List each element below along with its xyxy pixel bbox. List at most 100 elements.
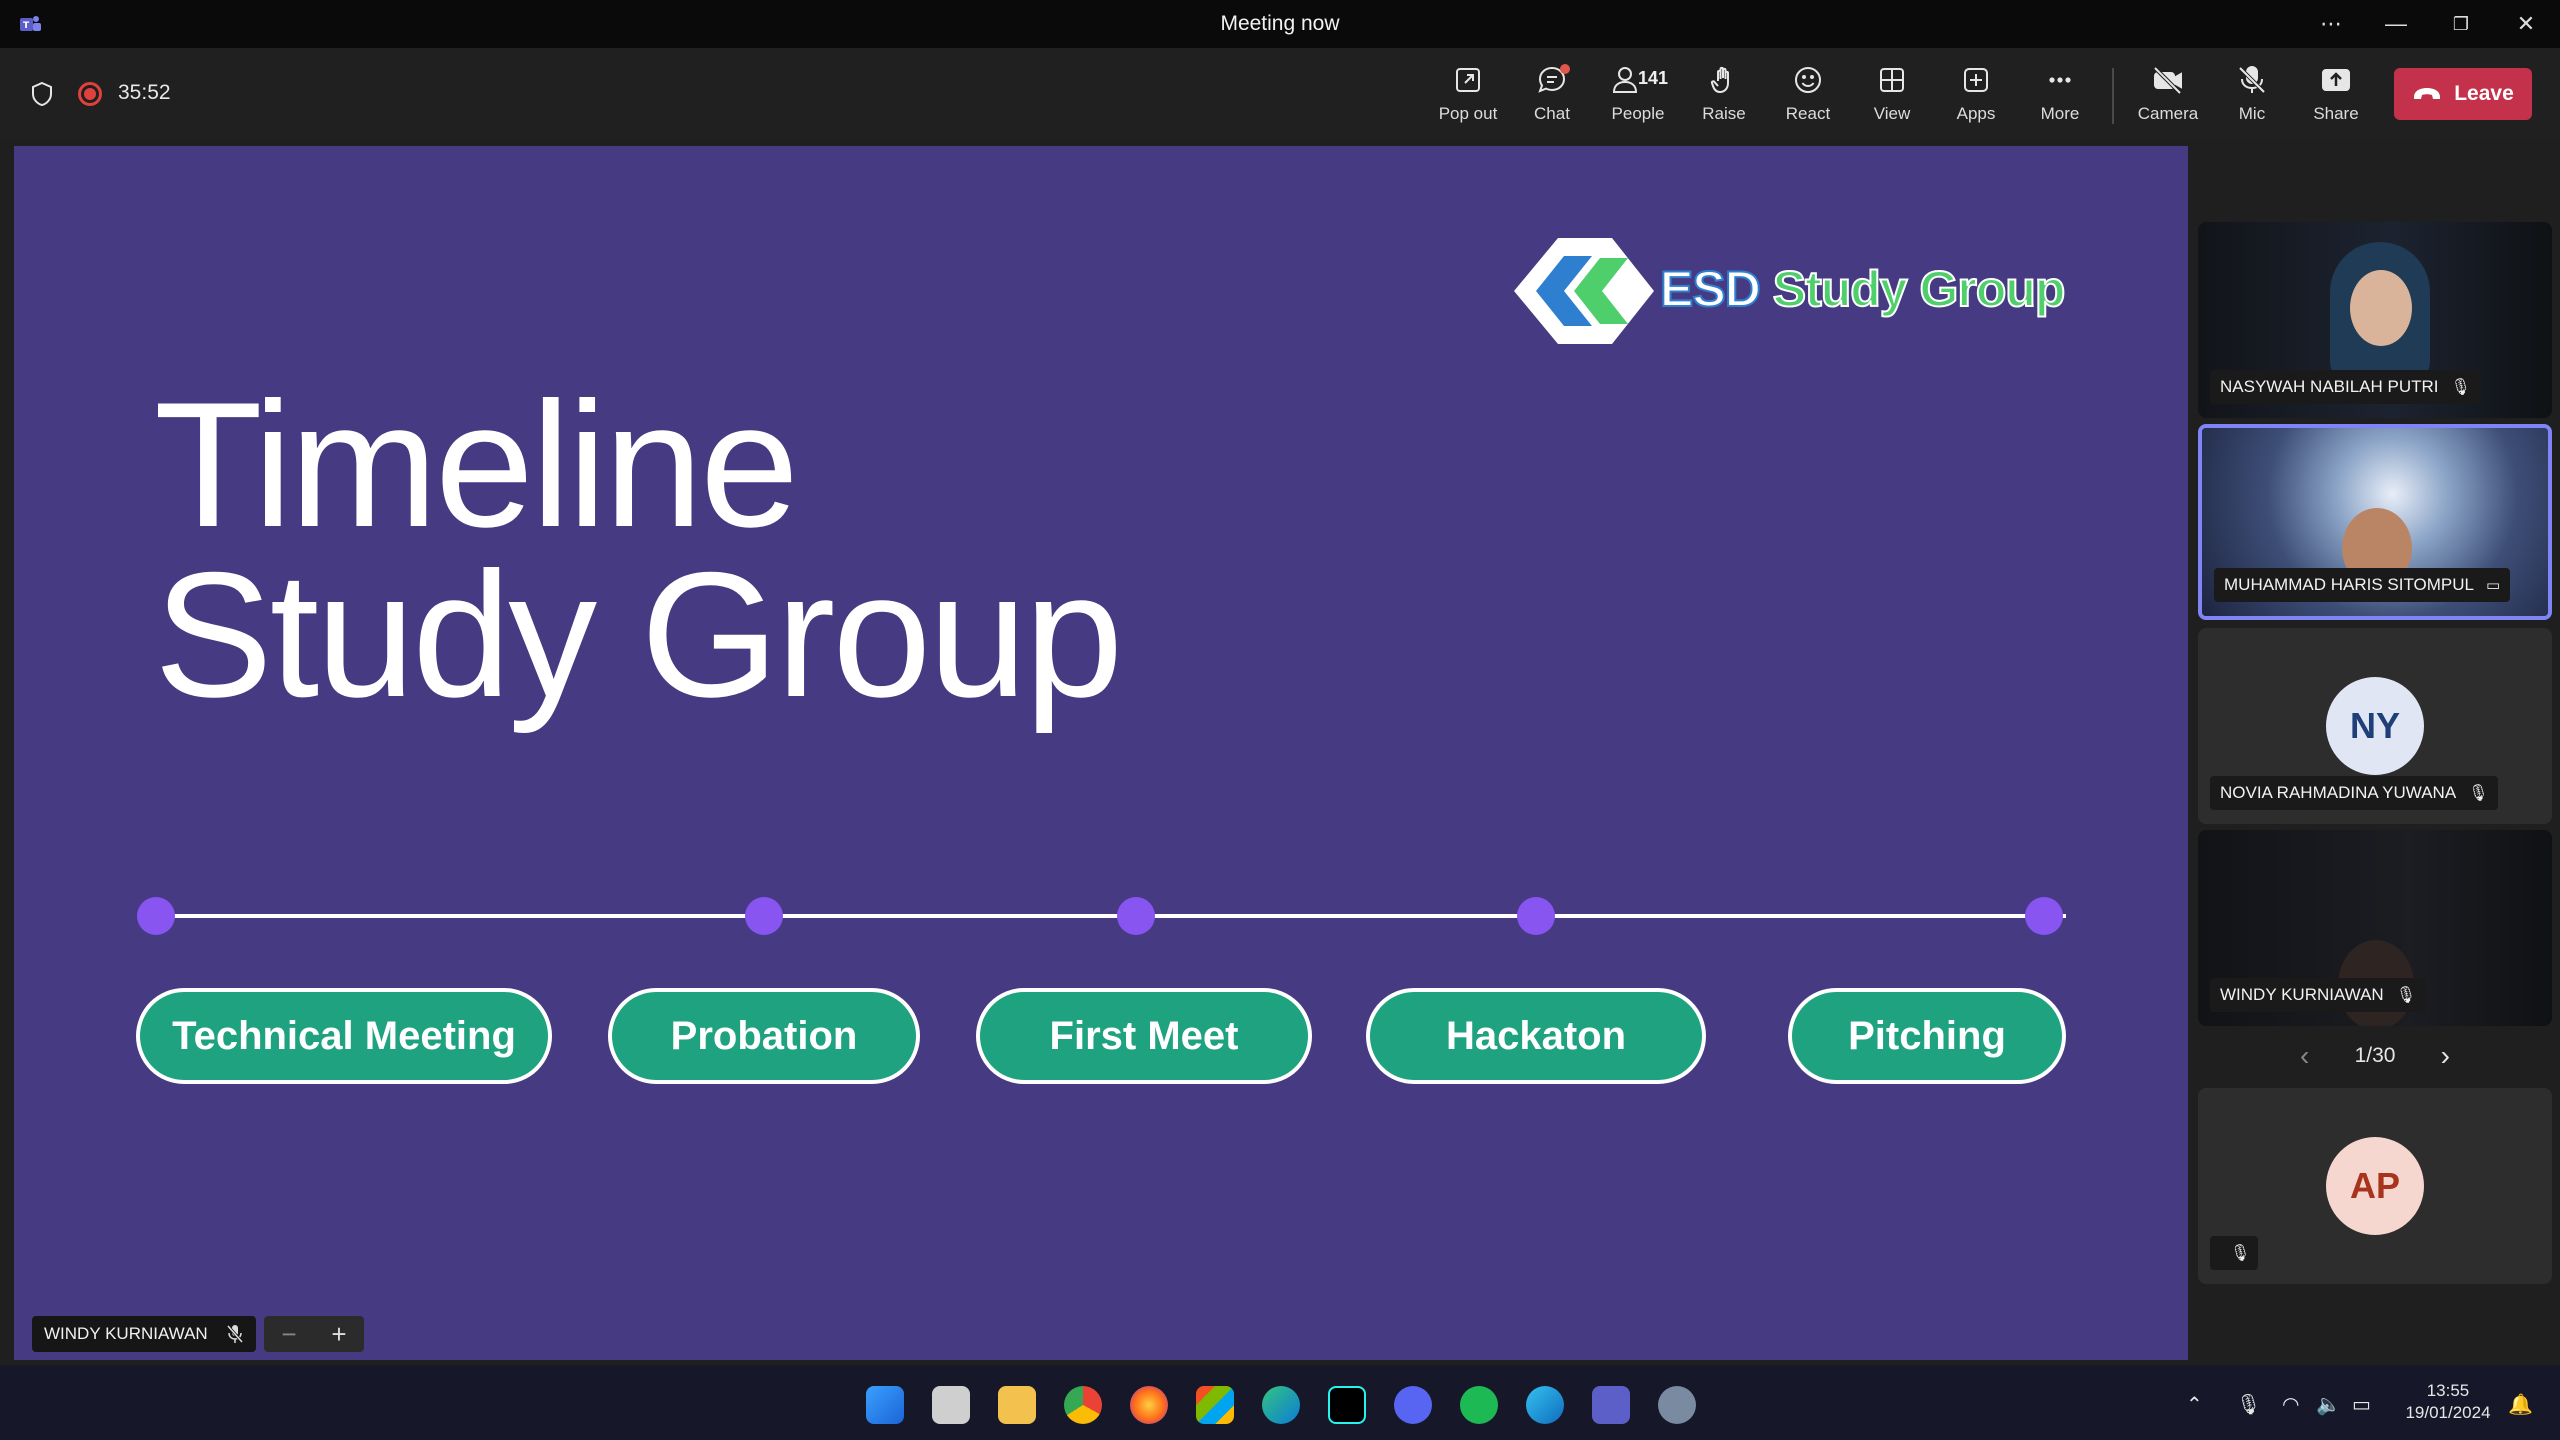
participant-pager: ‹ 1/30 › (2300, 1040, 2450, 1072)
participant-tile[interactable]: AP 🎙 (2198, 1088, 2552, 1284)
timeline-pill-first-meet: First Meet (976, 988, 1312, 1084)
view-label: View (1873, 104, 1911, 123)
mic-off-icon: 🎙 (2230, 1245, 2251, 1262)
mic-off-icon: 🎙 (2468, 785, 2489, 802)
zoom-controls: − + (264, 1316, 364, 1352)
more-options-icon[interactable]: ⋯ (2309, 8, 2353, 40)
hang-up-icon (2414, 88, 2441, 99)
more-label: More (2040, 104, 2080, 123)
participant-tile-active-speaker[interactable]: MUHAMMAD HARIS SITOMPUL ▭ (2198, 424, 2552, 620)
firefox-icon[interactable] (1130, 1386, 1168, 1424)
volume-icon[interactable]: 🔈 (2316, 1392, 2341, 1417)
timeline-pill-technical-meeting: Technical Meeting (136, 988, 552, 1084)
apps-button[interactable]: Apps (1936, 64, 2016, 128)
restore-button[interactable]: ❐ (2439, 8, 2483, 40)
timeline-dot (1517, 897, 1555, 935)
people-count: 141 (1638, 68, 1669, 88)
settings-icon[interactable] (1658, 1386, 1696, 1424)
more-icon (2049, 77, 2071, 83)
meeting-toolbar: 35:52 Pop out Chat 141 People Raise Reac… (0, 48, 2560, 140)
participant-name: NOVIA RAHMADINA YUWANA (2220, 783, 2457, 802)
microphone-icon[interactable]: 🎙 (2236, 1392, 2261, 1417)
share-label: Share (2313, 104, 2359, 123)
react-button[interactable]: React (1768, 64, 1848, 128)
leave-button[interactable]: Leave (2394, 68, 2532, 120)
timeline-line (156, 914, 2066, 918)
timeline-dot (2025, 897, 2063, 935)
shield-icon (32, 81, 52, 107)
participant-name-tag: NASYWAH NABILAH PUTRI 🎙 (2210, 370, 2481, 404)
people-button[interactable]: 141 People (1598, 64, 1678, 128)
presentation-slide: Timeline Study Group ESD Study Group Tec… (14, 146, 2188, 1360)
pop-out-icon (1456, 68, 1480, 92)
start-icon[interactable] (866, 1386, 904, 1424)
pop-out-button[interactable]: Pop out (1428, 64, 1508, 128)
edge-icon[interactable] (1526, 1386, 1564, 1424)
mic-button[interactable]: Mic (2212, 64, 2292, 128)
camera-button[interactable]: Camera (2128, 64, 2208, 128)
edge-dev-icon[interactable] (1262, 1386, 1300, 1424)
esd-study-group-logo: ESD Study Group (1500, 232, 2100, 350)
esd-logo-icon (1514, 238, 1654, 344)
view-button[interactable]: View (1852, 64, 1932, 128)
zoom-in-button[interactable]: + (331, 1319, 346, 1350)
share-icon (2322, 69, 2350, 91)
participant-name: NASYWAH NABILAH PUTRI (2220, 377, 2439, 396)
window-title: Meeting now (1220, 12, 1340, 35)
close-button[interactable]: ✕ (2504, 8, 2548, 40)
chevron-up-icon[interactable]: ⌃ (2186, 1392, 2203, 1417)
react-label: React (1785, 104, 1831, 123)
tiktok-icon[interactable] (1328, 1386, 1366, 1424)
page-indicator: 1/30 (2354, 1044, 2396, 1067)
participant-name-tag: 🎙 (2210, 1236, 2259, 1270)
file-explorer-icon[interactable] (998, 1386, 1036, 1424)
chat-button[interactable]: Chat (1512, 64, 1592, 128)
notification-bell-icon[interactable]: 🔔 (2508, 1392, 2533, 1417)
participant-tile[interactable]: WINDY KURNIAWAN 🎙 (2198, 830, 2552, 1026)
microsoft-store-icon[interactable] (1196, 1386, 1234, 1424)
timeline-dot (745, 897, 783, 935)
clock-time: 13:55 (2426, 1381, 2470, 1400)
react-icon (1795, 67, 1821, 93)
timeline-pill-probation: Probation (608, 988, 920, 1084)
minimize-button[interactable]: — (2374, 8, 2418, 40)
share-button[interactable]: Share (2296, 64, 2376, 128)
chrome-icon[interactable] (1064, 1386, 1102, 1424)
clock[interactable]: 13:55 19/01/2024 (2398, 1380, 2498, 1424)
apps-icon (1964, 68, 1988, 92)
shared-screen-stage: Timeline Study Group ESD Study Group Tec… (0, 140, 2196, 1365)
raise-hand-button[interactable]: Raise (1684, 64, 1764, 128)
zoom-out-button[interactable]: − (281, 1319, 296, 1350)
recording-icon (78, 82, 102, 106)
raise-hand-icon (1710, 66, 1729, 94)
battery-icon[interactable]: ▭ (2352, 1392, 2371, 1417)
discord-icon[interactable] (1394, 1386, 1432, 1424)
teams-taskbar-icon[interactable] (1592, 1386, 1630, 1424)
people-label: People (1611, 104, 1665, 123)
next-page-button[interactable]: › (2441, 1040, 2450, 1072)
task-view-icon[interactable] (932, 1386, 970, 1424)
meeting-timer: 35:52 (118, 81, 171, 104)
chat-unread-badge (1560, 64, 1570, 74)
timeline-dot (1117, 897, 1155, 935)
prev-page-button[interactable]: ‹ (2300, 1040, 2309, 1072)
logo-study-group-text: Study Group (1772, 260, 2067, 318)
chat-label: Chat (1534, 104, 1570, 123)
people-icon (1612, 67, 1638, 93)
participant-tile[interactable]: NASYWAH NABILAH PUTRI 🎙 (2198, 222, 2552, 418)
timeline-dot (137, 897, 175, 935)
leave-label: Leave (2454, 82, 2514, 105)
view-icon (1880, 68, 1904, 92)
camera-off-icon (2153, 66, 2182, 95)
more-button[interactable]: More (2020, 64, 2100, 128)
avatar: NY (2326, 677, 2424, 775)
spotify-icon[interactable] (1460, 1386, 1498, 1424)
camera-label: Camera (2137, 104, 2199, 123)
participant-tile[interactable]: NY NOVIA RAHMADINA YUWANA 🎙 (2198, 628, 2552, 824)
mic-off-icon (226, 1325, 243, 1343)
mic-label: Mic (2238, 104, 2266, 123)
wifi-icon[interactable]: ◠ (2282, 1392, 2299, 1417)
slide-title-line-1: Timeline (154, 365, 799, 564)
logo-wordmark: ESD Study Group (1659, 260, 2067, 318)
clock-date: 19/01/2024 (2405, 1403, 2491, 1422)
